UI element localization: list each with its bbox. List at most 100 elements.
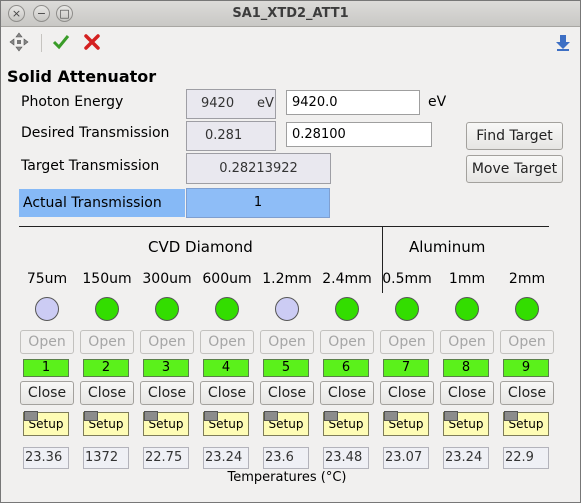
- photon-energy-readback: 9420 eV: [186, 89, 276, 119]
- move-target-button[interactable]: Move Target: [466, 155, 563, 183]
- filter-setup-button[interactable]: Setup: [83, 411, 129, 436]
- filter-number: 8: [443, 359, 489, 377]
- desired-transmission-readback: 0.281: [186, 121, 276, 151]
- filter-number: 6: [323, 359, 369, 377]
- filter-close-button[interactable]: Close: [200, 381, 254, 405]
- filter-status-led: [215, 297, 239, 321]
- setup-icon: [384, 411, 398, 421]
- filter-thickness-label: 300um: [142, 271, 192, 287]
- target-transmission-label: Target Transmission: [21, 158, 160, 174]
- setup-icon: [84, 411, 98, 421]
- filter-number: 5: [263, 359, 309, 377]
- filter-thickness-label: 1mm: [448, 271, 486, 287]
- filter-setup-button[interactable]: Setup: [323, 411, 369, 436]
- photon-energy-label: Photon Energy: [21, 94, 124, 110]
- filter-close-button[interactable]: Close: [380, 381, 434, 405]
- setup-icon: [144, 411, 158, 421]
- filter-number: 4: [203, 359, 249, 377]
- setup-icon: [204, 411, 218, 421]
- divider-horizontal: [19, 226, 549, 227]
- temperatures-label: Temperatures (°C): [227, 470, 347, 485]
- actual-transmission-value: 1: [186, 188, 330, 218]
- filter-number: 3: [143, 359, 189, 377]
- filter-open-button[interactable]: Open: [380, 330, 434, 354]
- filter-temperature: 1372: [83, 447, 129, 469]
- photon-energy-unit: eV: [428, 94, 447, 110]
- filter-close-button[interactable]: Close: [260, 381, 314, 405]
- filter-thickness-label: 2mm: [508, 271, 546, 287]
- filter-open-button[interactable]: Open: [200, 330, 254, 354]
- filter-temperature: 23.24: [443, 447, 489, 469]
- find-target-button[interactable]: Find Target: [466, 122, 563, 150]
- filter-status-led: [95, 297, 119, 321]
- filter-temperature: 23.24: [203, 447, 249, 469]
- setup-icon: [324, 411, 338, 421]
- filter-status-led: [515, 297, 539, 321]
- filter-temperature: 23.6: [263, 447, 309, 469]
- filter-number: 1: [23, 359, 69, 377]
- filter-open-button[interactable]: Open: [500, 330, 554, 354]
- filter-close-button[interactable]: Close: [140, 381, 194, 405]
- filter-close-button[interactable]: Close: [80, 381, 134, 405]
- filter-setup-button[interactable]: Setup: [263, 411, 309, 436]
- filter-open-button[interactable]: Open: [20, 330, 74, 354]
- checkmark-icon[interactable]: [50, 32, 72, 54]
- setup-icon: [24, 411, 38, 421]
- filter-close-button[interactable]: Close: [320, 381, 374, 405]
- filter-number: 7: [383, 359, 429, 377]
- filter-thickness-label: 75um: [26, 271, 68, 287]
- filter-open-button[interactable]: Open: [260, 330, 314, 354]
- filter-open-button[interactable]: Open: [140, 330, 194, 354]
- toolbar-separator: [41, 34, 42, 52]
- filter-thickness-label: 150um: [82, 271, 132, 287]
- filter-status-led: [395, 297, 419, 321]
- filter-number: 9: [503, 359, 549, 377]
- toolbar: [1, 28, 580, 58]
- filter-setup-button[interactable]: Setup: [443, 411, 489, 436]
- filter-setup-button[interactable]: Setup: [23, 411, 69, 436]
- filter-open-button[interactable]: Open: [80, 330, 134, 354]
- filter-close-button[interactable]: Close: [440, 381, 494, 405]
- filter-setup-button[interactable]: Setup: [143, 411, 189, 436]
- filter-status-led: [455, 297, 479, 321]
- move-icon[interactable]: [8, 32, 30, 54]
- filter-close-button[interactable]: Close: [500, 381, 554, 405]
- setup-icon: [504, 411, 518, 421]
- filter-status-led: [335, 297, 359, 321]
- setup-icon: [444, 411, 458, 421]
- filter-temperature: 23.07: [383, 447, 429, 469]
- filter-open-button[interactable]: Open: [320, 330, 374, 354]
- filter-setup-button[interactable]: Setup: [503, 411, 549, 436]
- filter-thickness-label: 2.4mm: [322, 271, 372, 287]
- photon-energy-readback-value: 9420: [201, 96, 235, 111]
- filter-temperature: 23.48: [323, 447, 369, 469]
- cvd-diamond-group-label: CVD Diamond: [148, 238, 253, 256]
- window: × − □ SA1_XTD2_ATT1 Solid Attenuator Pho…: [0, 0, 581, 503]
- photon-energy-input[interactable]: 9420.0: [286, 90, 420, 115]
- filter-temperature: 22.9: [503, 447, 549, 469]
- filter-status-led: [155, 297, 179, 321]
- filter-thickness-label: 0.5mm: [382, 271, 432, 287]
- download-arrow-icon[interactable]: [552, 32, 574, 54]
- filter-close-button[interactable]: Close: [20, 381, 74, 405]
- close-x-icon[interactable]: [81, 32, 103, 54]
- filter-thickness-label: 1.2mm: [262, 271, 312, 287]
- aluminum-group-label: Aluminum: [409, 238, 486, 256]
- target-transmission-value: 0.28213922: [186, 153, 331, 184]
- photon-energy-readback-unit: eV: [257, 96, 274, 111]
- page-title: Solid Attenuator: [7, 67, 157, 86]
- setup-icon: [264, 411, 278, 421]
- actual-transmission-label: Actual Transmission: [19, 189, 185, 217]
- window-title: SA1_XTD2_ATT1: [232, 6, 349, 21]
- desired-transmission-label: Desired Transmission: [21, 125, 170, 141]
- filter-temperature: 23.36: [23, 447, 69, 469]
- filter-open-button[interactable]: Open: [440, 330, 494, 354]
- filter-number: 2: [83, 359, 129, 377]
- filter-setup-button[interactable]: Setup: [203, 411, 249, 436]
- filter-status-led: [275, 297, 299, 321]
- filter-temperature: 22.75: [143, 447, 189, 469]
- filter-setup-button[interactable]: Setup: [383, 411, 429, 436]
- desired-transmission-input[interactable]: 0.28100: [286, 122, 432, 147]
- filter-thickness-label: 600um: [202, 271, 252, 287]
- filter-status-led: [35, 297, 59, 321]
